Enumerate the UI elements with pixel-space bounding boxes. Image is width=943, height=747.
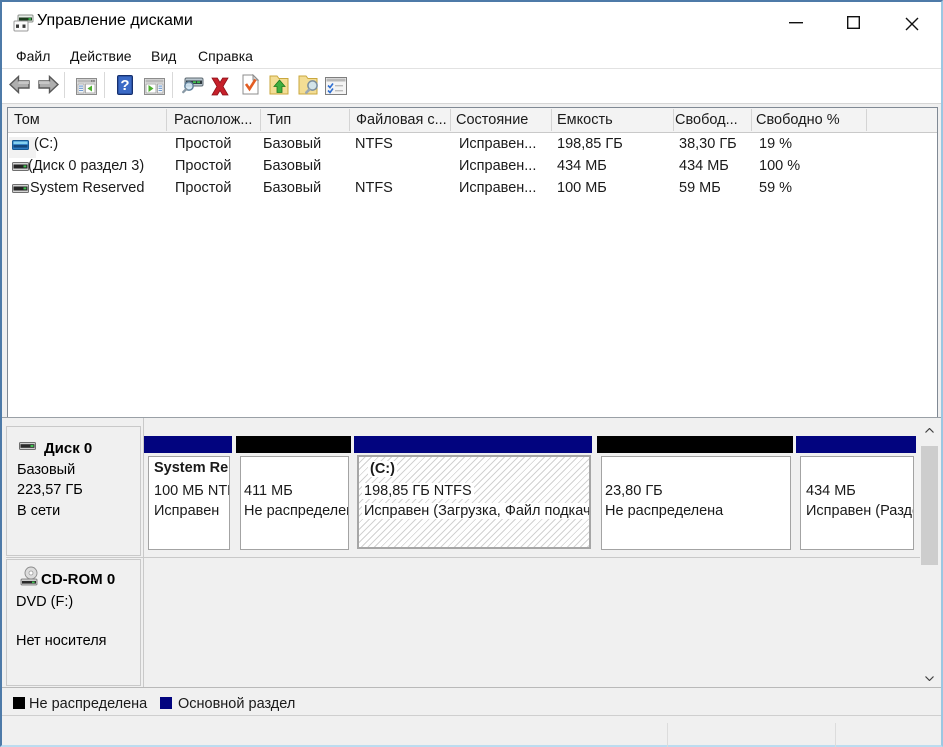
svg-text:?: ? xyxy=(120,77,129,94)
